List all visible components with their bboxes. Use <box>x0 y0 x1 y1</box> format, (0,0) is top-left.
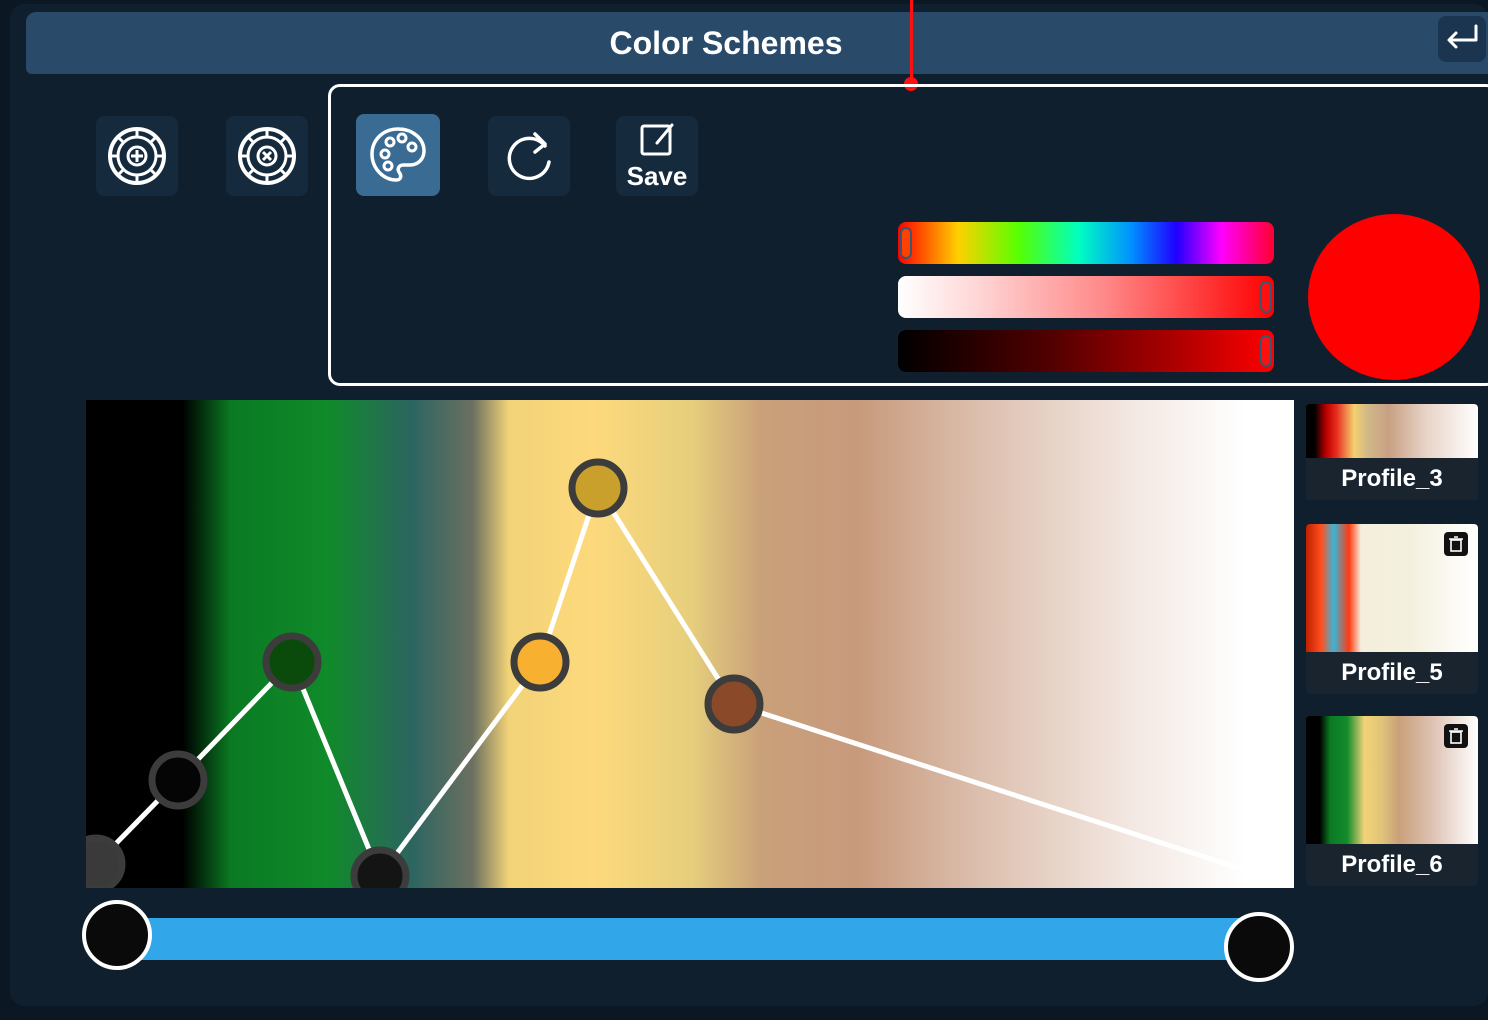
hue-slider[interactable] <box>898 222 1274 264</box>
curve-control-point[interactable] <box>86 834 126 888</box>
curve-control-point[interactable] <box>568 458 628 518</box>
trash-icon <box>1449 728 1463 744</box>
delete-profile-button[interactable] <box>1444 532 1468 556</box>
saturation-slider[interactable] <box>898 276 1274 318</box>
profile-card[interactable]: Profile_6 <box>1306 716 1478 886</box>
profile-label: Profile_6 <box>1306 844 1478 886</box>
range-track[interactable] <box>116 918 1262 960</box>
curve-control-point[interactable] <box>704 674 764 734</box>
trash-icon <box>1449 536 1463 552</box>
title-bar: Color Schemes <box>26 12 1488 74</box>
range-end-handle[interactable] <box>1224 912 1294 982</box>
page-title: Color Schemes <box>609 25 843 61</box>
saturation-handle[interactable] <box>1260 281 1272 313</box>
remove-circle-icon <box>238 127 296 185</box>
curve-editor[interactable] <box>86 400 1294 888</box>
return-icon <box>1447 24 1478 49</box>
profile-label: Profile_3 <box>1306 458 1478 500</box>
delete-profile-button[interactable] <box>1444 724 1468 748</box>
add-point-button[interactable] <box>96 116 178 196</box>
curve-control-point[interactable] <box>148 750 208 810</box>
curve-control-point[interactable] <box>262 632 322 692</box>
profile-card[interactable]: Profile_5 <box>1306 524 1478 694</box>
profile-card[interactable]: Profile_3 <box>1306 404 1478 500</box>
curve-control-point[interactable] <box>1252 852 1294 888</box>
curve-control-point[interactable] <box>510 632 570 692</box>
color-preview <box>1308 214 1480 380</box>
profile-label: Profile_5 <box>1306 652 1478 694</box>
remove-point-button[interactable] <box>226 116 308 196</box>
add-circle-icon <box>108 127 166 185</box>
back-button[interactable] <box>1438 16 1486 62</box>
curve-control-point[interactable] <box>350 846 410 888</box>
brightness-slider[interactable] <box>898 330 1274 372</box>
pointer-line <box>910 0 913 82</box>
range-start-handle[interactable] <box>82 900 152 970</box>
hue-handle[interactable] <box>900 227 912 259</box>
brightness-handle[interactable] <box>1260 335 1272 367</box>
